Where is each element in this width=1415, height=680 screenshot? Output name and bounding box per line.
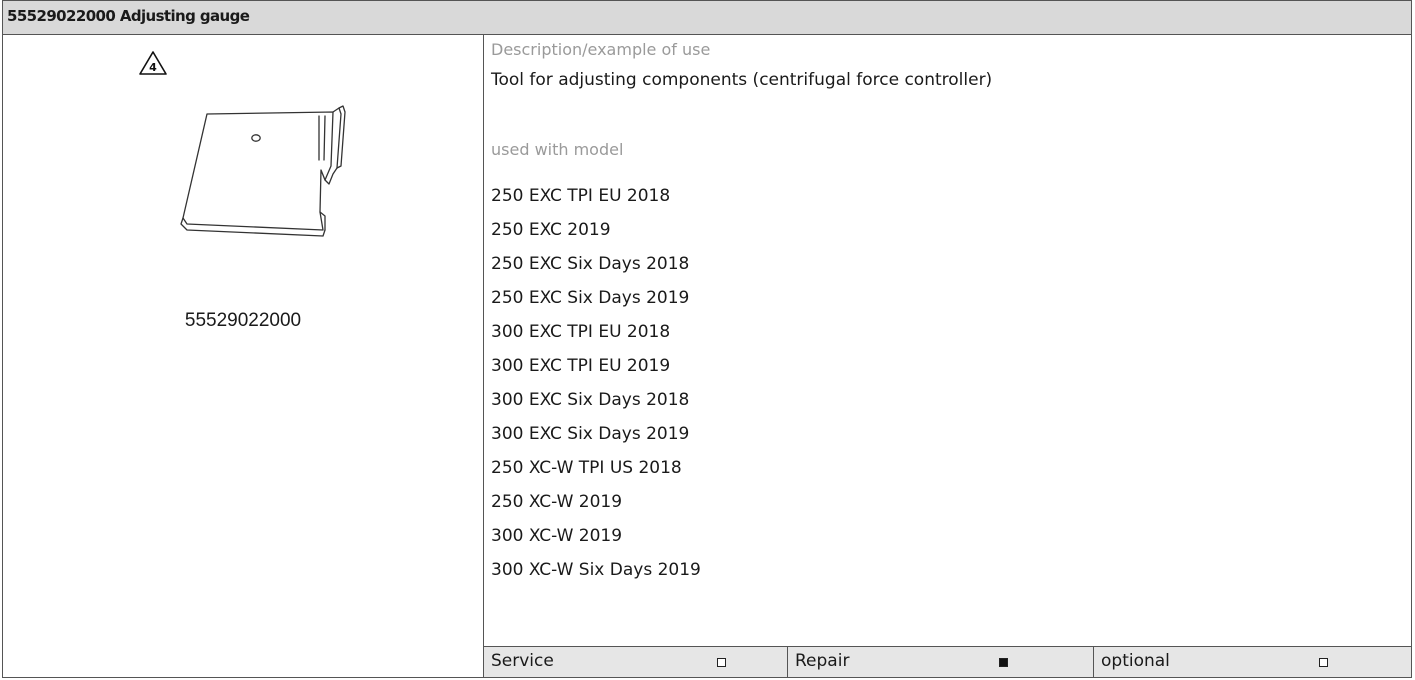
category-optional-label: optional xyxy=(1101,651,1170,671)
model-item: 250 EXC 2019 xyxy=(491,220,611,240)
model-item: 250 XC-W TPI US 2018 xyxy=(491,458,682,478)
sheet-title: 55529022000 Adjusting gauge xyxy=(7,7,250,25)
model-item: 250 EXC Six Days 2019 xyxy=(491,288,690,308)
model-item: 250 EXC Six Days 2018 xyxy=(491,254,690,274)
model-item: 300 EXC Six Days 2018 xyxy=(491,390,690,410)
illustration-panel: 4 55529022000 xyxy=(3,34,484,677)
warning-number: 4 xyxy=(149,61,157,74)
description-text: Tool for adjusting components (centrifug… xyxy=(491,70,993,90)
model-item: 300 XC-W 2019 xyxy=(491,526,623,546)
adjusting-gauge-drawing xyxy=(180,105,346,237)
description-label: Description/example of use xyxy=(491,40,711,59)
category-bar: Service Repair optional xyxy=(484,646,1411,677)
model-item: 300 EXC TPI EU 2018 xyxy=(491,322,671,342)
tool-sheet: 55529022000 Adjusting gauge 4 5552902200… xyxy=(2,0,1412,678)
category-service-label: Service xyxy=(491,651,554,671)
category-optional: optional xyxy=(1094,647,1411,677)
category-repair-label: Repair xyxy=(795,651,850,671)
model-item: 300 EXC TPI EU 2019 xyxy=(491,356,671,376)
model-list: 250 EXC TPI EU 2018 250 EXC 2019 250 EXC S… xyxy=(484,179,1084,587)
model-item: 250 XC-W 2019 xyxy=(491,492,623,512)
part-number: 55529022000 xyxy=(184,310,302,331)
models-label: used with model xyxy=(491,140,624,159)
warning-triangle-icon: 4 xyxy=(139,51,167,75)
category-service: Service xyxy=(484,647,788,677)
model-item: 250 EXC TPI EU 2018 xyxy=(491,186,671,206)
model-item: 300 EXC Six Days 2019 xyxy=(491,424,690,444)
service-checkbox[interactable] xyxy=(717,658,726,667)
info-panel: Description/example of use Tool for adju… xyxy=(484,34,1411,677)
category-repair: Repair xyxy=(788,647,1094,677)
optional-checkbox[interactable] xyxy=(1319,658,1328,667)
repair-checkbox[interactable] xyxy=(999,658,1008,667)
model-item: 300 XC-W Six Days 2019 xyxy=(491,560,701,580)
sheet-header: 55529022000 Adjusting gauge xyxy=(3,1,1411,35)
